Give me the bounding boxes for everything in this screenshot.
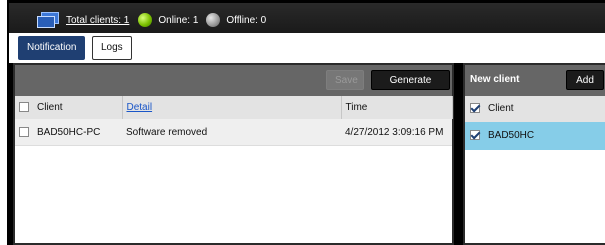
detail-sort-link[interactable]: Detail [127, 102, 153, 113]
new-client-row-checkbox[interactable] [470, 130, 480, 141]
list-item[interactable]: BAD50HC [465, 122, 605, 150]
row-checkbox[interactable] [19, 126, 29, 137]
new-client-toolbar: New client Add [465, 65, 605, 96]
add-button[interactable]: Add [566, 70, 604, 90]
select-all-checkbox[interactable] [19, 102, 29, 113]
new-client-select-all-checkbox[interactable] [470, 103, 480, 114]
status-bar: Total clients: 1 Online: 1 Offline: 0 [9, 3, 605, 33]
new-client-title: New client [470, 74, 520, 85]
row-detail-cell: Software removed [122, 119, 341, 146]
offline-count: Offline: 0 [226, 14, 267, 26]
row-time-cell: 4/27/2012 3:09:16 PM [341, 119, 452, 146]
save-button[interactable]: Save [326, 70, 364, 90]
total-clients-link[interactable]: Total clients: 1 [66, 15, 129, 26]
clients-monitor-icon [37, 12, 59, 28]
offline-status-icon [206, 13, 221, 27]
online-count: Online: 1 [158, 14, 199, 26]
generate-report-button[interactable]: Generate report [371, 70, 450, 106]
column-header-detail[interactable]: Detail [122, 96, 342, 119]
notification-toolbar: Save Generate report [15, 65, 452, 106]
notification-table: Client Detail Time BAD50HC-PC Software r… [15, 96, 453, 146]
table-row[interactable]: BAD50HC-PC Software removed 4/27/2012 3:… [15, 119, 452, 146]
column-header-client[interactable]: Client [15, 96, 123, 119]
notification-panel: Save Generate report Client Detail Time … [13, 63, 454, 245]
new-client-header[interactable]: Client [465, 96, 605, 122]
table-header-row: Client Detail Time [15, 96, 453, 119]
tab-logs[interactable]: Logs [92, 36, 132, 60]
row-client-cell: BAD50HC-PC [15, 119, 122, 146]
online-status-icon [138, 13, 153, 27]
column-header-time[interactable]: Time [341, 96, 453, 119]
tab-notification[interactable]: Notification [18, 36, 86, 60]
new-client-panel: New client Add Client BAD50HC [463, 63, 605, 245]
tab-strip: Notification Logs [9, 33, 605, 63]
